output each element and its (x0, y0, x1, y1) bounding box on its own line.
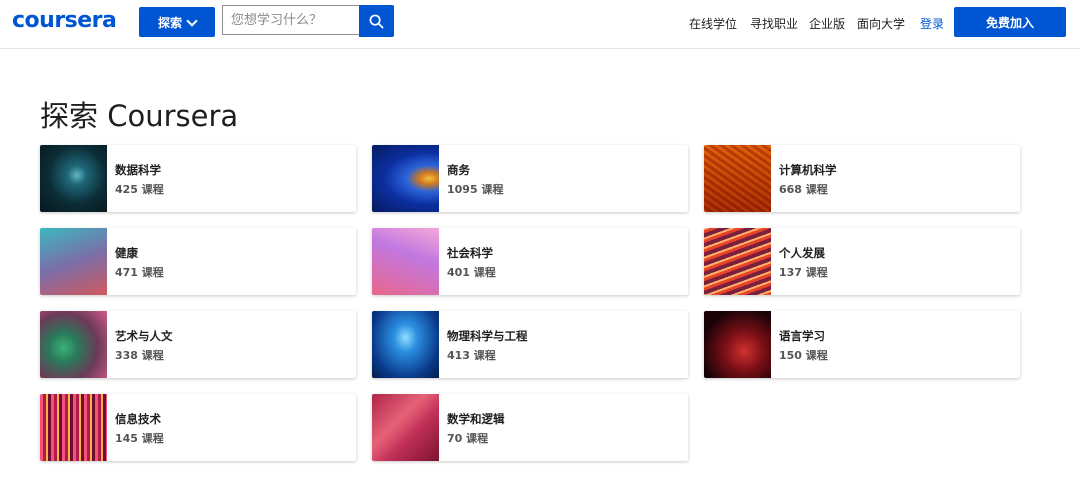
nav-find-career[interactable]: 寻找职业 (750, 15, 798, 32)
category-card-math-logic[interactable]: 数学和逻辑 70 课程 (372, 394, 688, 461)
category-thumbnail (40, 145, 107, 212)
category-card-arts-humanities[interactable]: 艺术与人文 338 课程 (40, 311, 356, 378)
category-card-physical-science[interactable]: 物理科学与工程 413 课程 (372, 311, 688, 378)
category-name: 健康 (115, 246, 138, 260)
course-count: 413 课程 (447, 349, 496, 362)
course-count: 150 课程 (779, 349, 828, 362)
course-count: 145 课程 (115, 432, 164, 445)
chevron-down-icon (186, 14, 198, 27)
category-card-business[interactable]: 商务 1095 课程 (372, 145, 688, 212)
explore-label: 探索 (157, 15, 182, 30)
category-grid: 数据科学 425 课程 商务 1095 课程 计算机科学 668 课程 健康 4… (40, 145, 1040, 465)
category-thumbnail (372, 311, 439, 378)
search-box (222, 5, 394, 37)
category-thumbnail (372, 228, 439, 295)
category-card-data-science[interactable]: 数据科学 425 课程 (40, 145, 356, 212)
nav-online-degrees[interactable]: 在线学位 (689, 15, 737, 32)
join-free-button[interactable]: 免费加入 (954, 7, 1066, 37)
category-thumbnail (372, 394, 439, 461)
category-thumbnail (40, 394, 107, 461)
explore-button[interactable]: 探索 (139, 7, 215, 37)
category-card-health[interactable]: 健康 471 课程 (40, 228, 356, 295)
category-thumbnail (704, 228, 771, 295)
course-count: 401 课程 (447, 266, 496, 279)
category-card-information-technology[interactable]: 信息技术 145 课程 (40, 394, 356, 461)
course-count: 137 课程 (779, 266, 828, 279)
course-count: 1095 课程 (447, 183, 504, 196)
search-button[interactable] (359, 5, 394, 37)
category-thumbnail (40, 228, 107, 295)
category-card-computer-science[interactable]: 计算机科学 668 课程 (704, 145, 1020, 212)
category-card-language-learning[interactable]: 语言学习 150 课程 (704, 311, 1020, 378)
coursera-logo[interactable]: coursera (12, 8, 117, 33)
search-input[interactable] (222, 5, 359, 35)
login-link[interactable]: 登录 (920, 15, 944, 32)
category-name: 数学和逻辑 (447, 412, 505, 426)
category-thumbnail (704, 145, 771, 212)
category-card-social-sciences[interactable]: 社会科学 401 课程 (372, 228, 688, 295)
course-count: 425 课程 (115, 183, 164, 196)
course-count: 668 课程 (779, 183, 828, 196)
course-count: 471 课程 (115, 266, 164, 279)
category-thumbnail (372, 145, 439, 212)
category-name: 商务 (447, 163, 470, 177)
category-name: 计算机科学 (779, 163, 837, 177)
search-icon (369, 14, 384, 28)
category-name: 信息技术 (115, 412, 161, 426)
course-count: 70 课程 (447, 432, 489, 445)
category-name: 社会科学 (447, 246, 493, 260)
category-thumbnail (40, 311, 107, 378)
page-title: 探索 Coursera (40, 99, 239, 133)
category-name: 数据科学 (115, 163, 161, 177)
nav-enterprise[interactable]: 企业版 (809, 15, 845, 32)
top-nav-bar: coursera 探索 在线学位 寻找职业 企业版 面向大学 登录 免费加入 (0, 0, 1080, 49)
category-name: 语言学习 (779, 329, 825, 343)
course-count: 338 课程 (115, 349, 164, 362)
nav-universities[interactable]: 面向大学 (857, 15, 905, 32)
category-name: 物理科学与工程 (447, 329, 528, 343)
category-thumbnail (704, 311, 771, 378)
category-card-personal-development[interactable]: 个人发展 137 课程 (704, 228, 1020, 295)
category-name: 个人发展 (779, 246, 825, 260)
category-name: 艺术与人文 (115, 329, 173, 343)
